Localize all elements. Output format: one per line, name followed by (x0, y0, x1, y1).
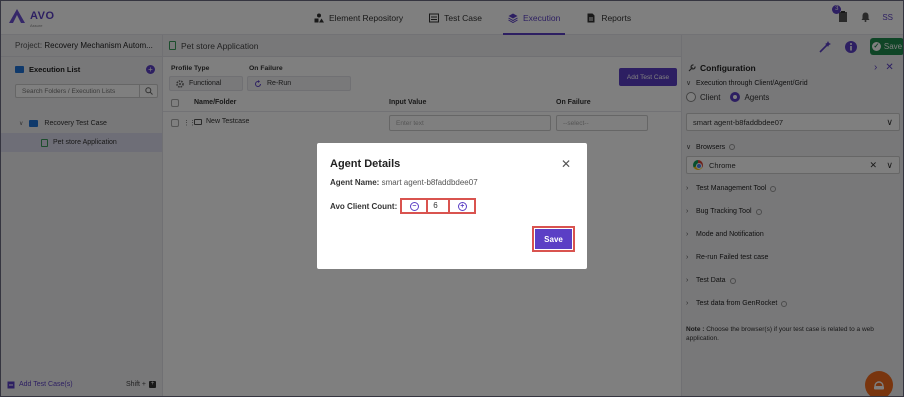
minus-icon: − (409, 201, 419, 211)
client-count-stepper: − 6 + (400, 198, 477, 214)
client-count-label: Avo Client Count: (330, 201, 398, 211)
agent-name-row: Agent Name: smart agent-b8faddbdee07 (330, 178, 478, 187)
dialog-save-button[interactable]: Save (535, 229, 572, 249)
dialog-save-highlight: Save (532, 226, 575, 252)
decrement-button[interactable]: − (402, 200, 426, 212)
agent-details-dialog: Agent Details ✕ Agent Name: smart agent-… (317, 143, 587, 269)
client-count-row: Avo Client Count: − 6 + (330, 198, 477, 214)
plus-icon: + (457, 201, 467, 211)
increment-button[interactable]: + (450, 200, 474, 212)
close-icon[interactable]: ✕ (561, 157, 571, 171)
agent-name-label: Agent Name: (330, 178, 380, 187)
agent-name-value: smart agent-b8faddbdee07 (381, 178, 478, 187)
dialog-title: Agent Details (330, 158, 401, 170)
client-count-input[interactable]: 6 (426, 200, 451, 212)
